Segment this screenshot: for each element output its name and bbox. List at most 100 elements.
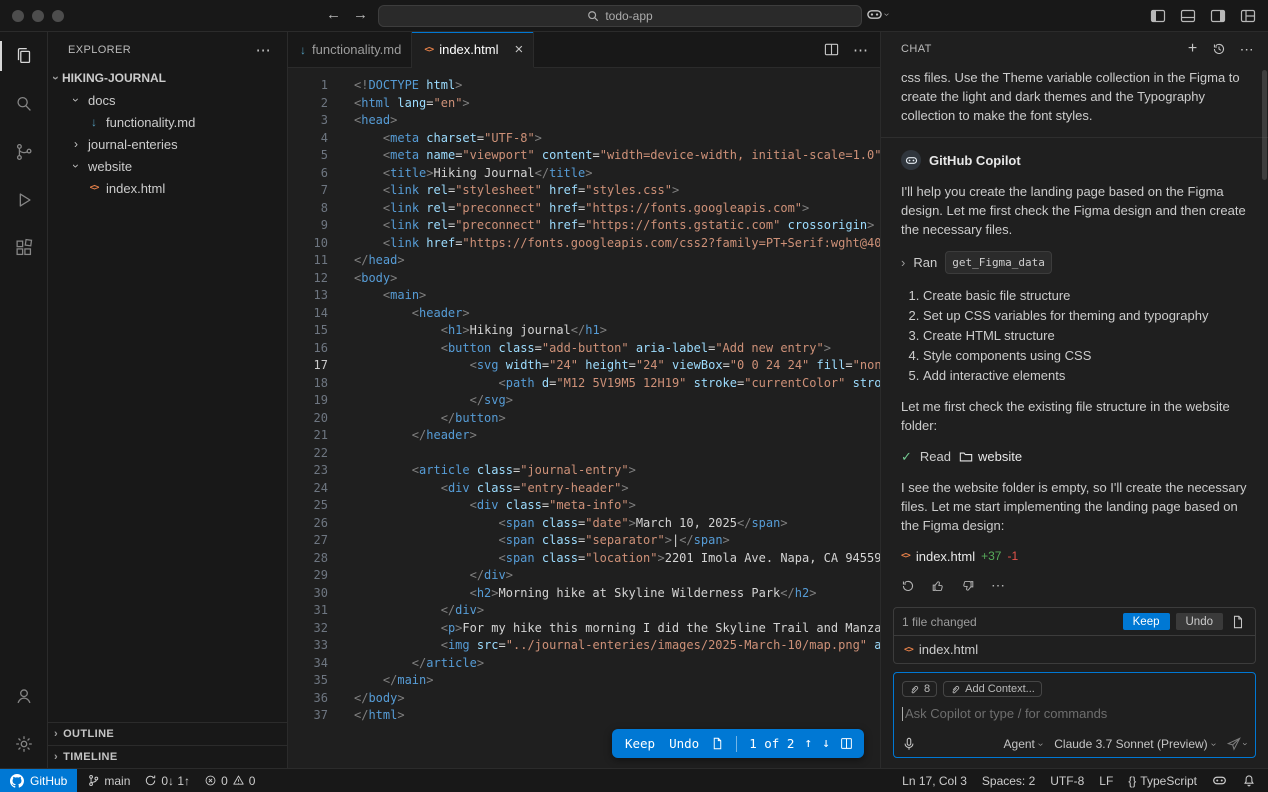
branch-name: main	[104, 774, 130, 788]
keep-all-button[interactable]: Keep	[1123, 613, 1170, 630]
previous-change-button[interactable]: ↑	[801, 736, 815, 751]
tree-item-docs[interactable]: ›docs	[48, 89, 287, 111]
remote-indicator[interactable]: GitHub	[0, 769, 77, 792]
explorer-more-actions-icon[interactable]: ⋯	[256, 41, 271, 59]
minimize-window-button[interactable]	[32, 10, 44, 22]
source-control-icon[interactable]	[0, 128, 48, 176]
chat-conversation: css files. Use the Theme variable collec…	[881, 66, 1268, 607]
vscode-window: ← → todo-app ›	[0, 0, 1268, 792]
microphone-icon[interactable]	[902, 737, 916, 751]
maximize-window-button[interactable]	[52, 10, 64, 22]
code-text: </svg>	[328, 392, 513, 410]
chat-history-icon[interactable]	[1212, 42, 1226, 56]
undo-all-button[interactable]: Undo	[1176, 613, 1224, 630]
eol-indicator[interactable]: LF	[1099, 774, 1113, 788]
copilot-menu-button[interactable]: ›	[866, 6, 888, 23]
account-icon[interactable]	[0, 672, 48, 720]
tool-name-chip: get_Figma_data	[945, 251, 1052, 274]
tree-item-label: website	[88, 159, 132, 174]
tool-run-row[interactable]: › Ran get_Figma_data	[901, 251, 1248, 274]
add-context-button[interactable]: Add Context...	[943, 681, 1042, 697]
command-center-search[interactable]: todo-app	[378, 5, 862, 27]
send-message-button[interactable]: ›	[1227, 737, 1247, 751]
rerun-icon[interactable]	[901, 579, 915, 593]
open-changes-button[interactable]	[837, 737, 856, 750]
view-changes-icon[interactable]	[1229, 615, 1247, 629]
attachments-chip[interactable]: 8	[902, 681, 937, 697]
html-file-icon: <>	[901, 547, 910, 566]
tree-root-folder[interactable]: › HIKING-JOURNAL	[48, 67, 287, 89]
navigate-back-button[interactable]: ←	[326, 6, 341, 23]
activity-bar	[0, 32, 48, 768]
new-chat-icon[interactable]: +	[1188, 40, 1198, 58]
branch-indicator[interactable]: main	[87, 774, 130, 788]
sync-indicator[interactable]: 0↓ 1↑	[144, 774, 190, 788]
indentation-indicator[interactable]: Spaces: 2	[982, 774, 1035, 788]
copilot-status-icon[interactable]	[1212, 773, 1227, 788]
github-icon	[10, 774, 24, 788]
chat-input-box[interactable]: 8 Add Context... Ask Copilot or type / f…	[893, 672, 1256, 758]
code-line: 1<!DOCTYPE html>	[288, 77, 880, 95]
thumbs-down-icon[interactable]	[961, 579, 975, 593]
code-text: <link href="https://fonts.googleapis.com…	[328, 235, 880, 253]
toggle-secondary-sidebar-button[interactable]	[1210, 8, 1226, 24]
html-file-icon: <>	[86, 183, 102, 193]
changed-file-row[interactable]: <> index.html	[894, 636, 1255, 663]
next-change-button[interactable]: ↓	[819, 736, 833, 751]
notifications-bell-icon[interactable]	[1242, 774, 1256, 788]
code-text: <header>	[328, 305, 470, 323]
code-text: <link rel="preconnect" href="https://fon…	[328, 200, 809, 218]
chat-scrollbar[interactable]	[1262, 70, 1267, 180]
customize-layout-button[interactable]	[1240, 8, 1256, 24]
run-debug-icon[interactable]	[0, 176, 48, 224]
thumbs-up-icon[interactable]	[931, 579, 945, 593]
tab-index-html[interactable]: <> index.html ×	[412, 32, 534, 68]
response-more-icon[interactable]: ⋯	[991, 576, 1005, 595]
chat-text-input[interactable]: Ask Copilot or type / for commands	[902, 706, 1247, 721]
toggle-primary-sidebar-button[interactable]	[1150, 8, 1166, 24]
keep-button[interactable]: Keep	[620, 734, 660, 753]
encoding-indicator[interactable]: UTF-8	[1050, 774, 1084, 788]
chevron-down-icon: ›	[49, 76, 63, 80]
tree-item-functionality.md[interactable]: ↓functionality.md	[48, 111, 287, 133]
command-center-text: todo-app	[605, 9, 652, 23]
chat-title: CHAT	[901, 43, 932, 55]
line-number: 6	[288, 165, 328, 183]
code-editor[interactable]: 1<!DOCTYPE html>2<html lang="en">3<head>…	[288, 68, 880, 768]
changed-file-chip[interactable]: <> index.html +37 -1	[901, 547, 1248, 566]
tree-item-journal-enteries[interactable]: ›journal-enteries	[48, 133, 287, 155]
split-editor-icon[interactable]	[824, 42, 839, 57]
tree-item-index.html[interactable]: <>index.html	[48, 177, 287, 199]
model-picker[interactable]: Claude 3.7 Sonnet (Preview) ›	[1054, 737, 1215, 751]
explorer-icon[interactable]	[0, 32, 48, 80]
cursor-position-indicator[interactable]: Ln 17, Col 3	[902, 774, 967, 788]
settings-gear-icon[interactable]	[0, 720, 48, 768]
tab-functionality-md[interactable]: ↓ functionality.md	[288, 32, 412, 68]
close-window-button[interactable]	[12, 10, 24, 22]
editor-more-actions-icon[interactable]: ⋯	[853, 41, 868, 59]
outline-section-header[interactable]: › OUTLINE	[48, 722, 287, 745]
undo-button[interactable]: Undo	[664, 734, 704, 753]
line-number: 16	[288, 340, 328, 358]
timeline-section-header[interactable]: › TIMELINE	[48, 745, 287, 768]
chat-more-actions-icon[interactable]: ⋯	[1240, 41, 1254, 58]
extensions-icon[interactable]	[0, 224, 48, 272]
line-number: 10	[288, 235, 328, 253]
tree-item-website[interactable]: ›website	[48, 155, 287, 177]
change-counter: 1 of 2	[746, 736, 797, 751]
toggle-panel-button[interactable]	[1180, 8, 1196, 24]
problems-indicator[interactable]: 0 0	[204, 774, 255, 788]
diff-file-icon[interactable]	[708, 737, 727, 750]
folder-icon	[959, 450, 973, 464]
language-mode-indicator[interactable]: {} TypeScript	[1128, 774, 1197, 788]
root-folder-label: HIKING-JOURNAL	[62, 71, 166, 85]
code-line: 35 </main>	[288, 672, 880, 690]
agent-mode-picker[interactable]: Agent ›	[1004, 737, 1043, 751]
explorer-sidebar: EXPLORER ⋯ › HIKING-JOURNAL ›docs↓functi…	[48, 32, 288, 768]
navigate-forward-button[interactable]: →	[353, 6, 368, 23]
read-target-chip[interactable]: website	[959, 447, 1022, 466]
close-tab-icon[interactable]: ×	[514, 42, 523, 57]
code-line: 30 <h2>Morning hike at Skyline Wildernes…	[288, 585, 880, 603]
search-icon[interactable]	[0, 80, 48, 128]
code-line: 12<body>	[288, 270, 880, 288]
